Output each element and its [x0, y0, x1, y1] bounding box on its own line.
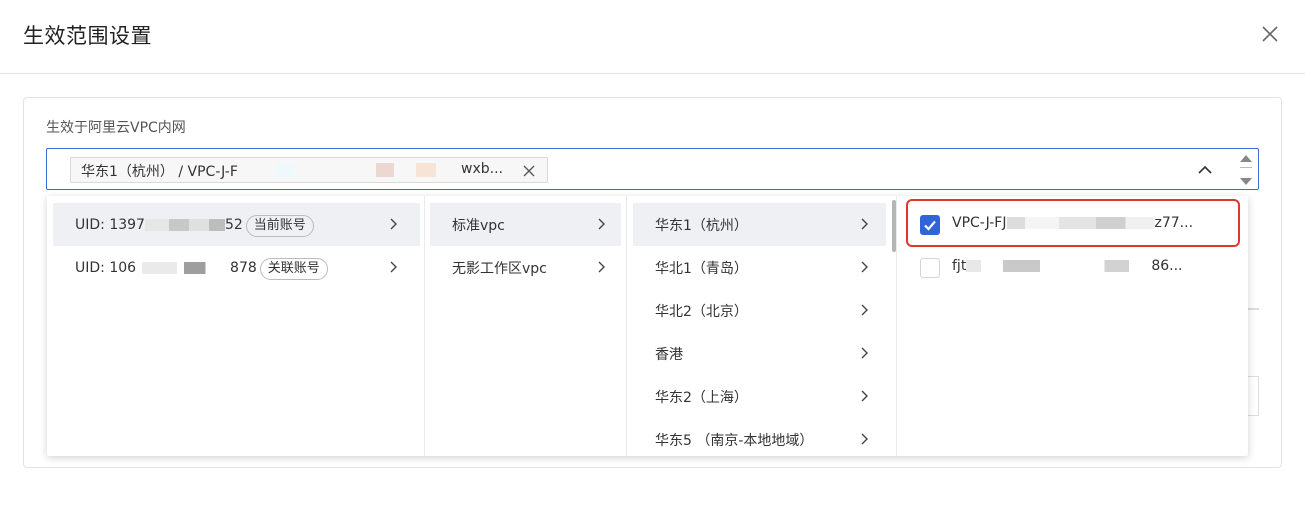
redaction-mask [966, 260, 1152, 272]
uid-prefix: UID: 1397 [75, 217, 145, 233]
vpc-multi-select[interactable]: 华东1（杭州） / VPC-J-F wxb... [46, 148, 1259, 190]
dialog-header: 生效范围设置 [0, 0, 1305, 74]
selected-tag-label: 华东1（杭州） / VPC-J-F [81, 164, 238, 180]
tag-close-icon[interactable] [522, 164, 536, 178]
panel-divider [1248, 308, 1259, 310]
region-label: 华北2（北京） [655, 304, 748, 320]
redaction-mask [376, 163, 394, 177]
vpc-option[interactable]: fjt 86... [905, 246, 1240, 289]
region-item[interactable]: 香港 [633, 332, 886, 375]
region-label: 华东1（杭州） [655, 218, 748, 234]
vpc-option-label: fjt 86... [952, 258, 1182, 274]
region-label: 华北1（青岛） [655, 261, 748, 277]
vpc-type-label: 无影工作区vpc [452, 261, 547, 277]
chevron-right-icon [858, 432, 870, 446]
region-item[interactable]: 华北1（青岛） [633, 246, 886, 289]
chevron-right-icon [595, 260, 607, 274]
chevron-up-icon[interactable] [1197, 162, 1213, 178]
uid-prefix: UID: 106 [75, 260, 137, 276]
chevron-right-icon [595, 217, 607, 231]
vpc-type-label: 标准vpc [452, 218, 505, 234]
chevron-right-icon [387, 260, 399, 274]
chevron-right-icon [858, 303, 870, 317]
vpc-field-label: 生效于阿里云VPC内网 [46, 120, 186, 136]
region-label: 华东5 （南京-本地地域） [655, 433, 814, 449]
selected-tag-tail: wxb... [461, 161, 503, 177]
panel-input-edge [1248, 376, 1259, 416]
account-badge: 关联账号 [259, 258, 328, 280]
chevron-right-icon [858, 389, 870, 403]
dialog-title: 生效范围设置 [23, 24, 152, 48]
chevron-right-icon [858, 346, 870, 360]
checkbox-unchecked-icon[interactable] [920, 258, 940, 278]
vpc-name-prefix: fjt [952, 258, 967, 274]
redaction-mask [416, 163, 436, 177]
region-item[interactable]: 华北2（北京） [633, 289, 886, 332]
redaction-mask [142, 262, 231, 274]
region-item[interactable]: 华东5 （南京-本地地域） [633, 418, 886, 456]
uid-suffix: 52 [224, 217, 243, 233]
region-label: 华东2（上海） [655, 390, 748, 406]
account-column: UID: 1397 52 当前账号 UID: 106 878 关联账号 [47, 196, 425, 456]
redaction-mask [144, 219, 225, 231]
account-label: UID: 1397 52 当前账号 [75, 215, 314, 237]
close-icon[interactable] [1258, 22, 1282, 46]
region-scrollbar[interactable] [892, 200, 896, 252]
account-badge: 当前账号 [245, 215, 314, 237]
scroll-spinner-icon[interactable] [1238, 153, 1254, 187]
region-item[interactable]: 华东2（上海） [633, 375, 886, 418]
vpc-type-item[interactable]: 标准vpc [430, 203, 621, 246]
account-item[interactable]: UID: 106 878 关联账号 [53, 246, 420, 289]
uid-suffix: 878 [230, 260, 257, 276]
redaction-mask [276, 163, 294, 177]
account-label: UID: 106 878 关联账号 [75, 258, 328, 280]
chevron-right-icon [387, 217, 399, 231]
vpc-name-suffix: 86... [1151, 258, 1183, 274]
selected-tag: 华东1（杭州） / VPC-J-F wxb... [70, 157, 548, 183]
chevron-right-icon [858, 260, 870, 274]
account-item[interactable]: UID: 1397 52 当前账号 [53, 203, 420, 246]
vpc-type-column: 标准vpc 无影工作区vpc [425, 196, 627, 456]
region-column: 华东1（杭州） 华北1（青岛） 华北2（北京） 香港 华东2（上海） 华东5 （… [627, 196, 897, 456]
selected-vpc-highlight [906, 199, 1240, 247]
chevron-right-icon [858, 217, 870, 231]
vpc-type-item[interactable]: 无影工作区vpc [430, 246, 621, 289]
region-item[interactable]: 华东1（杭州） [633, 203, 886, 246]
region-label: 香港 [655, 347, 683, 363]
